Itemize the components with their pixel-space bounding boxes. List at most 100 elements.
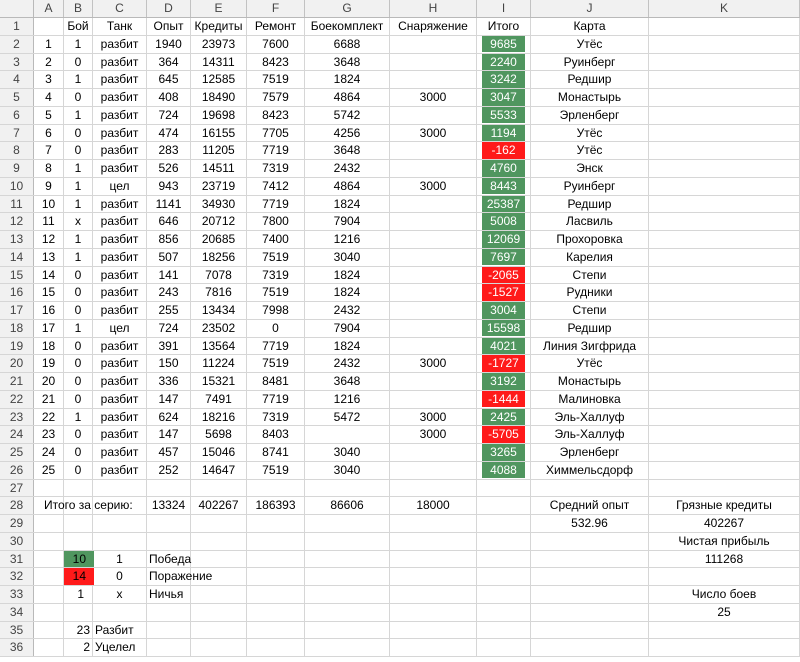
cell[interactable] xyxy=(191,568,247,585)
repair-value[interactable]: 7719 xyxy=(247,337,305,355)
battle-count-label[interactable]: Число боев xyxy=(649,586,800,603)
battle-index[interactable]: 3 xyxy=(34,71,64,88)
battle-index[interactable]: 1 xyxy=(34,35,64,53)
credits-value[interactable]: 11205 xyxy=(191,142,247,159)
cell[interactable] xyxy=(34,515,64,532)
cell[interactable] xyxy=(305,586,390,603)
row-number[interactable]: 26 xyxy=(0,461,34,479)
battle-index[interactable]: 14 xyxy=(34,266,64,284)
cell[interactable] xyxy=(34,568,64,585)
total-cell[interactable]: -1527 xyxy=(477,284,531,301)
map-name[interactable]: Руинберг xyxy=(531,53,649,71)
net-profit-value[interactable]: 111268 xyxy=(649,550,800,568)
row-number[interactable]: 18 xyxy=(0,319,34,337)
cell[interactable] xyxy=(247,603,305,621)
equipment-value[interactable]: 3000 xyxy=(390,124,477,142)
cell[interactable] xyxy=(649,231,800,248)
repair-value[interactable]: 8423 xyxy=(247,106,305,124)
row-number[interactable]: 14 xyxy=(0,248,34,266)
credits-value[interactable]: 23502 xyxy=(191,319,247,337)
cell[interactable] xyxy=(305,550,390,568)
cell[interactable] xyxy=(649,426,800,443)
battle-index[interactable]: 15 xyxy=(34,284,64,301)
cell[interactable] xyxy=(390,586,477,603)
col-header-h[interactable]: H xyxy=(390,0,477,17)
cell[interactable] xyxy=(147,479,191,497)
equipment-value[interactable] xyxy=(390,390,477,408)
exp-value[interactable]: 457 xyxy=(147,444,191,461)
cell[interactable] xyxy=(649,266,800,284)
cell[interactable] xyxy=(305,603,390,621)
battle-index[interactable]: 24 xyxy=(34,444,64,461)
total-repair[interactable]: 186393 xyxy=(247,497,305,514)
row-number[interactable]: 25 xyxy=(0,444,34,461)
header-repair[interactable]: Ремонт xyxy=(247,18,305,35)
tank-status[interactable]: разбит xyxy=(93,408,147,426)
total-cell[interactable]: 3047 xyxy=(477,89,531,106)
total-cell[interactable]: 7697 xyxy=(477,248,531,266)
cell[interactable] xyxy=(649,337,800,355)
cell[interactable] xyxy=(477,479,531,497)
ammo-value[interactable]: 2432 xyxy=(305,355,390,372)
repair-value[interactable]: 7412 xyxy=(247,177,305,195)
cell[interactable] xyxy=(390,532,477,550)
equipment-value[interactable]: 3000 xyxy=(390,177,477,195)
credits-value[interactable]: 15321 xyxy=(191,373,247,390)
repair-value[interactable]: 8423 xyxy=(247,53,305,71)
cell[interactable] xyxy=(477,532,531,550)
credits-value[interactable]: 11224 xyxy=(191,355,247,372)
repair-value[interactable]: 8403 xyxy=(247,426,305,443)
cell[interactable] xyxy=(477,639,531,656)
cell[interactable] xyxy=(34,550,64,568)
cell[interactable] xyxy=(64,497,93,514)
col-header-d[interactable]: D xyxy=(147,0,191,17)
cell[interactable] xyxy=(531,550,649,568)
tank-status[interactable]: цел xyxy=(93,177,147,195)
header-ammo[interactable]: Боекомплект xyxy=(305,18,390,35)
exp-value[interactable]: 336 xyxy=(147,373,191,390)
map-name[interactable]: Монастырь xyxy=(531,373,649,390)
total-cell[interactable]: 2425 xyxy=(477,408,531,426)
exp-value[interactable]: 645 xyxy=(147,71,191,88)
losses-code[interactable]: 0 xyxy=(93,568,147,585)
cell[interactable] xyxy=(64,532,93,550)
cell[interactable] xyxy=(191,515,247,532)
map-name[interactable]: Рудники xyxy=(531,284,649,301)
battle-result[interactable]: 1 xyxy=(64,177,93,195)
map-name[interactable]: Малиновка xyxy=(531,390,649,408)
total-cell[interactable]: 3265 xyxy=(477,444,531,461)
cell[interactable] xyxy=(649,195,800,213)
battle-index[interactable]: 6 xyxy=(34,124,64,142)
credits-value[interactable]: 14647 xyxy=(191,461,247,479)
cell[interactable] xyxy=(147,639,191,656)
cell[interactable] xyxy=(305,621,390,639)
cell[interactable] xyxy=(649,248,800,266)
credits-value[interactable]: 14311 xyxy=(191,53,247,71)
ammo-value[interactable] xyxy=(305,426,390,443)
row-number[interactable]: 11 xyxy=(0,195,34,213)
cell[interactable] xyxy=(305,568,390,585)
map-name[interactable]: Утёс xyxy=(531,355,649,372)
map-name[interactable]: Энск xyxy=(531,160,649,177)
exp-value[interactable]: 147 xyxy=(147,426,191,443)
battle-result[interactable]: 0 xyxy=(64,337,93,355)
equipment-value[interactable] xyxy=(390,35,477,53)
cell[interactable] xyxy=(191,603,247,621)
map-name[interactable]: Утёс xyxy=(531,124,649,142)
equipment-value[interactable] xyxy=(390,373,477,390)
battle-result[interactable]: 0 xyxy=(64,373,93,390)
ammo-value[interactable]: 3648 xyxy=(305,373,390,390)
row-number[interactable]: 3 xyxy=(0,53,34,71)
header-tank[interactable]: Танк xyxy=(93,18,147,35)
cell[interactable] xyxy=(649,355,800,372)
battle-result[interactable]: 0 xyxy=(64,355,93,372)
battle-result[interactable]: 1 xyxy=(64,408,93,426)
cell[interactable] xyxy=(247,532,305,550)
col-header-g[interactable]: G xyxy=(305,0,390,17)
exp-value[interactable]: 507 xyxy=(147,248,191,266)
tank-status[interactable]: разбит xyxy=(93,124,147,142)
ammo-value[interactable]: 7904 xyxy=(305,213,390,230)
repair-value[interactable]: 7705 xyxy=(247,124,305,142)
tank-status[interactable]: разбит xyxy=(93,231,147,248)
header-exp[interactable]: Опыт xyxy=(147,18,191,35)
